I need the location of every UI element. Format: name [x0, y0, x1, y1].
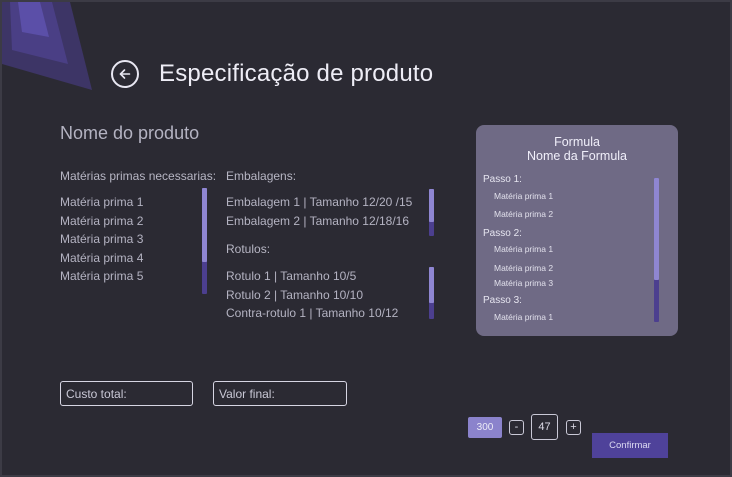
- labels-scrollbar[interactable]: [429, 267, 434, 319]
- formula-scrollbar[interactable]: [654, 178, 659, 322]
- list-item[interactable]: Rotulo 2 | Tamanho 10/10: [226, 288, 398, 307]
- increment-button[interactable]: +: [566, 420, 581, 435]
- formula-card: Formula Nome da Formula Passo 1: Matéria…: [476, 125, 678, 336]
- arrow-left-icon: [119, 69, 131, 79]
- list-item[interactable]: Embalagem 1 | Tamanho 12/20 /15: [226, 195, 412, 214]
- step-item: Matéria prima 2: [494, 263, 554, 273]
- product-name-field[interactable]: Nome do produto: [60, 123, 199, 144]
- raw-materials-scrollbar[interactable]: [202, 188, 207, 294]
- quantity-badge: 300: [468, 417, 502, 438]
- total-cost-field[interactable]: Custo total:: [60, 381, 193, 406]
- step-label: Passo 1:: [483, 174, 522, 185]
- step-item: Matéria prima 2: [494, 209, 554, 219]
- product-specification-screen: Especificação de produto Nome do produto…: [0, 0, 732, 477]
- final-value-field[interactable]: Valor final:: [213, 381, 347, 406]
- list-item[interactable]: Matéria prima 5: [60, 269, 143, 288]
- step-item: Matéria prima 1: [494, 191, 554, 201]
- confirm-button[interactable]: Confirmar: [592, 433, 668, 458]
- step-label: Passo 3:: [483, 295, 522, 306]
- page-title: Especificação de produto: [159, 60, 434, 87]
- list-item[interactable]: Matéria prima 1: [60, 195, 143, 214]
- step-item: Matéria prima 1: [494, 312, 554, 322]
- step-label: Passo 2:: [483, 228, 522, 239]
- scrollbar-thumb[interactable]: [654, 178, 659, 280]
- formula-title: Formula: [554, 135, 600, 149]
- raw-materials-label: Matérias primas necessarias:: [60, 169, 217, 183]
- packaging-label: Embalagens:: [226, 169, 297, 183]
- back-button[interactable]: [111, 60, 139, 88]
- list-item[interactable]: Contra-rotulo 1 | Tamanho 10/12: [226, 306, 398, 325]
- packaging-list: Embalagem 1 | Tamanho 12/20 /15 Embalage…: [226, 195, 412, 233]
- quantity-input[interactable]: 47: [531, 414, 558, 440]
- corner-decoration: [2, 2, 92, 90]
- labels-section-label: Rotulos:: [226, 242, 271, 256]
- packaging-scrollbar[interactable]: [429, 189, 434, 236]
- scrollbar-thumb[interactable]: [429, 189, 434, 222]
- list-item[interactable]: Rotulo 1 | Tamanho 10/5: [226, 269, 398, 288]
- list-item[interactable]: Embalagem 2 | Tamanho 12/18/16: [226, 214, 412, 233]
- raw-materials-list: Matéria prima 1 Matéria prima 2 Matéria …: [60, 195, 143, 288]
- formula-name: Nome da Formula: [526, 149, 628, 163]
- scrollbar-thumb[interactable]: [202, 188, 207, 262]
- list-item[interactable]: Matéria prima 2: [60, 214, 143, 233]
- step-item: Matéria prima 1: [494, 244, 554, 254]
- decrement-button[interactable]: -: [509, 420, 524, 435]
- list-item[interactable]: Matéria prima 4: [60, 251, 143, 270]
- labels-list: Rotulo 1 | Tamanho 10/5 Rotulo 2 | Taman…: [226, 269, 398, 325]
- step-item: Matéria prima 3: [494, 278, 554, 288]
- scrollbar-thumb[interactable]: [429, 267, 434, 303]
- list-item[interactable]: Matéria prima 3: [60, 232, 143, 251]
